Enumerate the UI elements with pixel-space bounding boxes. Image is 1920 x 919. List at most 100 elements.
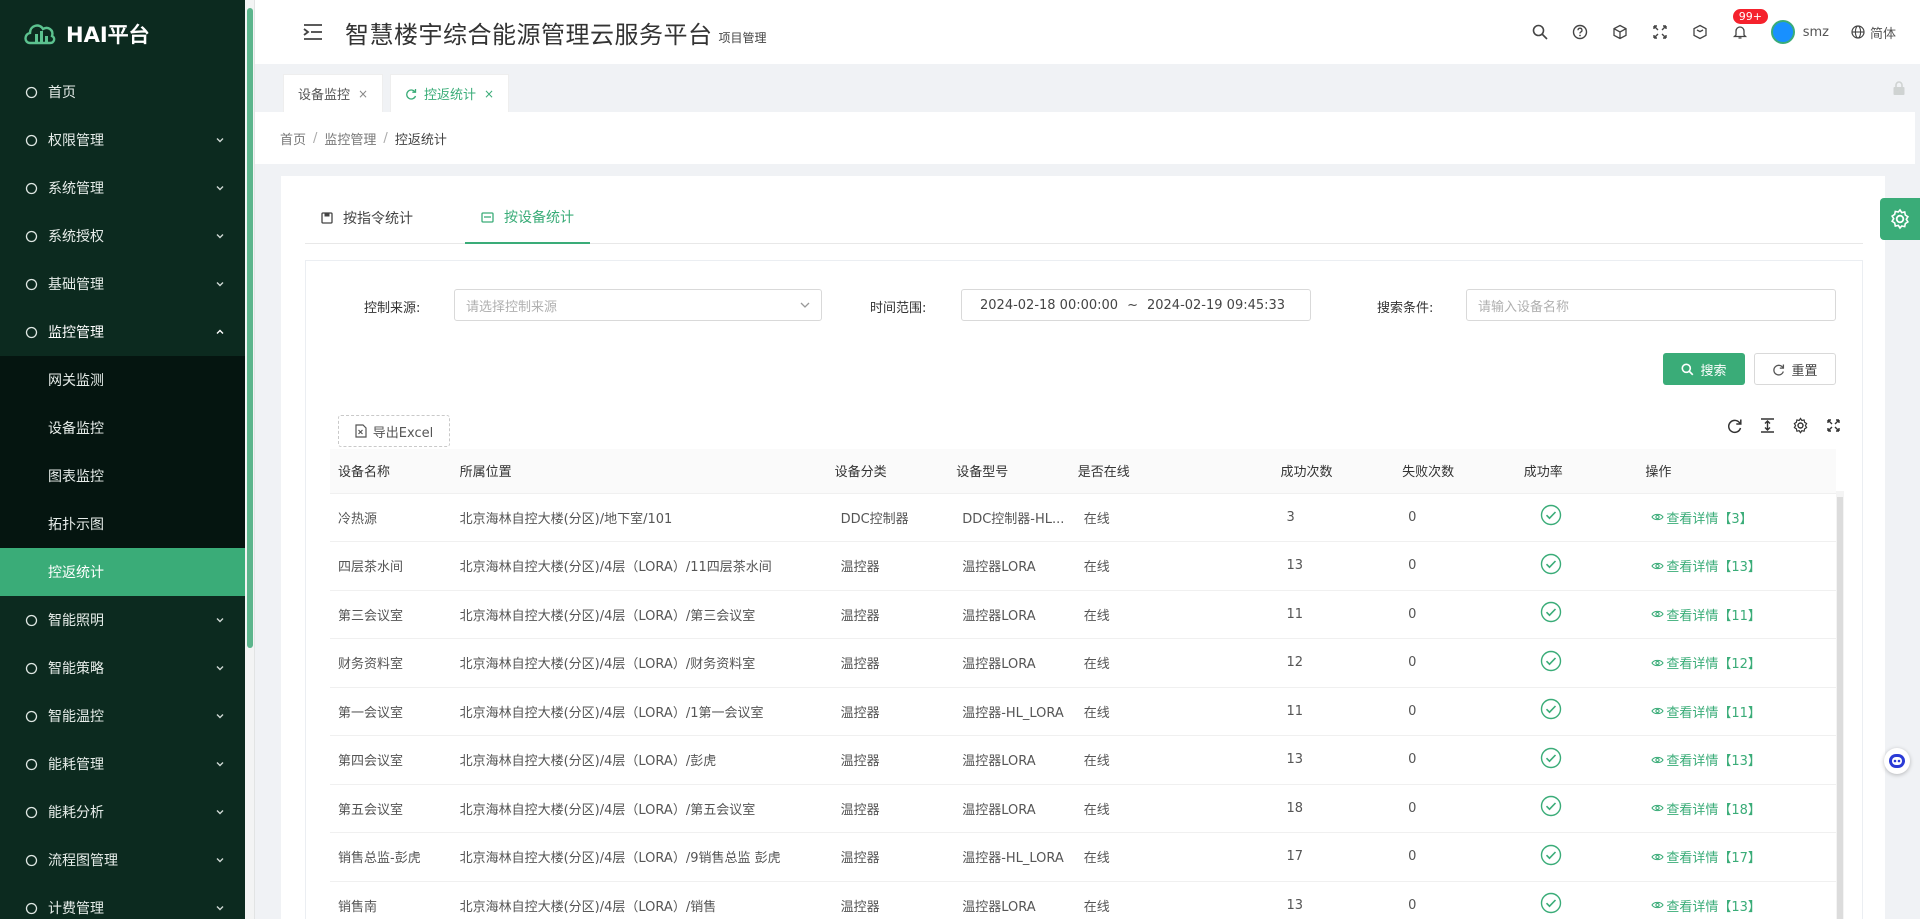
column-header[interactable]: 失败次数 bbox=[1394, 449, 1516, 494]
sidebar-item[interactable]: 设备监控 bbox=[0, 404, 245, 452]
sidebar-item-label: 拓扑示图 bbox=[48, 517, 104, 533]
view-detail-link[interactable]: 查看详情【11】 bbox=[1651, 605, 1761, 624]
table-row: 四层茶水间 北京海林自控大楼(分区)/4层（LORA）/11四层茶水间 温控器 温控器… bbox=[330, 541, 1836, 591]
breadcrumb-home[interactable]: 首页 bbox=[280, 129, 306, 148]
sidebar-item[interactable]: 能耗分析 bbox=[0, 788, 245, 836]
column-header[interactable]: 成功率 bbox=[1515, 449, 1638, 494]
sidebar-item[interactable]: 流程图管理 bbox=[0, 836, 245, 884]
breadcrumb-separator: / bbox=[383, 130, 388, 146]
cell-success-rate bbox=[1515, 735, 1638, 785]
close-icon[interactable]: × bbox=[358, 87, 368, 101]
tab-device-monitor[interactable]: 设备监控 × bbox=[283, 74, 384, 112]
fullscreen-icon[interactable] bbox=[1651, 23, 1669, 41]
search-placeholder: 请输入设备名称 bbox=[1478, 299, 1570, 315]
view-detail-link[interactable]: 查看详情【18】 bbox=[1651, 799, 1761, 818]
box-icon[interactable] bbox=[1691, 23, 1709, 41]
sidebar-item[interactable]: 系统管理 bbox=[0, 164, 245, 212]
eye-icon bbox=[1651, 512, 1664, 522]
sidebar-item[interactable]: 权限管理 bbox=[0, 116, 245, 164]
logo[interactable]: HAI平台 bbox=[0, 0, 245, 68]
check-circle-icon bbox=[1540, 747, 1562, 769]
check-circle-icon bbox=[1540, 892, 1562, 914]
column-header[interactable]: 操作 bbox=[1637, 449, 1836, 494]
view-detail-link[interactable]: 查看详情【13】 bbox=[1651, 896, 1761, 915]
theme-settings-button[interactable] bbox=[1880, 198, 1920, 240]
source-select[interactable]: 请选择控制来源 bbox=[454, 289, 822, 321]
table-scrollbar[interactable] bbox=[1836, 491, 1844, 919]
menu-fold-icon[interactable] bbox=[303, 23, 323, 41]
cell-location: 北京海林自控大楼(分区)/4层（LORA）/第三会议室 bbox=[451, 590, 827, 639]
view-detail-link[interactable]: 查看详情【13】 bbox=[1651, 556, 1761, 575]
view-detail-link[interactable]: 查看详情【17】 bbox=[1651, 847, 1761, 866]
refresh-icon[interactable] bbox=[405, 88, 417, 100]
close-icon[interactable]: × bbox=[484, 87, 494, 101]
cell-action: 查看详情【13】 bbox=[1637, 881, 1836, 919]
tab-by-command[interactable]: 按指令统计 bbox=[305, 192, 429, 244]
cell-fail-count: 0 bbox=[1394, 687, 1516, 736]
export-excel-button[interactable]: 导出Excel bbox=[338, 415, 450, 447]
view-detail-link[interactable]: 查看详情【13】 bbox=[1651, 750, 1761, 769]
cell-device-name: 销售南 bbox=[330, 881, 452, 919]
sidebar-item[interactable]: 图表监控 bbox=[0, 452, 245, 500]
cube-icon[interactable] bbox=[1611, 23, 1629, 41]
cell-category: 温控器 bbox=[826, 541, 949, 591]
settings-icon[interactable] bbox=[1792, 417, 1809, 434]
sidebar-scrollbar[interactable] bbox=[245, 0, 255, 919]
language-switch[interactable]: 简体 bbox=[1851, 23, 1896, 42]
lock-icon[interactable] bbox=[1891, 80, 1907, 100]
sidebar-item[interactable]: 计费管理 bbox=[0, 884, 245, 919]
reset-button[interactable]: 重置 bbox=[1754, 353, 1836, 385]
sidebar-item[interactable]: 基础管理 bbox=[0, 260, 245, 308]
sidebar-item[interactable]: 监控管理 bbox=[0, 308, 245, 356]
eye-icon bbox=[1651, 561, 1664, 571]
search-input[interactable]: 请输入设备名称 bbox=[1466, 289, 1836, 321]
check-circle-icon bbox=[1540, 698, 1562, 720]
content-card: 按指令统计 按设备统计 控制来源: 请选择控制来源 时间范围: 2024-02-… bbox=[281, 176, 1885, 919]
query-panel: 控制来源: 请选择控制来源 时间范围: 2024-02-18 00:00:00 … bbox=[305, 260, 1863, 919]
eye-icon bbox=[1651, 609, 1664, 619]
column-header[interactable]: 设备型号 bbox=[948, 449, 1070, 494]
reload-icon[interactable] bbox=[1726, 417, 1743, 434]
cell-action: 查看详情【3】 bbox=[1637, 493, 1836, 542]
tab-by-device[interactable]: 按设备统计 bbox=[465, 192, 590, 244]
sidebar-item[interactable]: 智能策略 bbox=[0, 644, 245, 692]
cell-category: 温控器 bbox=[826, 735, 949, 785]
view-detail-label: 查看详情【11】 bbox=[1666, 705, 1761, 721]
view-detail-link[interactable]: 查看详情【12】 bbox=[1651, 653, 1761, 672]
tab-control-stats[interactable]: 控返统计 × bbox=[390, 74, 510, 112]
help-icon[interactable] bbox=[1571, 23, 1589, 41]
sidebar-item[interactable]: 智能照明 bbox=[0, 596, 245, 644]
search-label: 搜索条件: bbox=[1377, 301, 1434, 316]
sidebar-item[interactable]: 系统授权 bbox=[0, 212, 245, 260]
column-header[interactable]: 成功次数 bbox=[1272, 449, 1395, 494]
assistant-button[interactable] bbox=[1884, 748, 1910, 774]
view-detail-link[interactable]: 查看详情【3】 bbox=[1651, 508, 1753, 527]
cell-location: 北京海林自控大楼(分区)/4层（LORA）/9销售总监 彭虎 bbox=[451, 832, 827, 882]
search-icon[interactable] bbox=[1531, 23, 1549, 41]
time-range-picker[interactable]: 2024-02-18 00:00:00 ~ 2024-02-19 09:45:3… bbox=[961, 289, 1311, 321]
source-placeholder: 请选择控制来源 bbox=[466, 299, 558, 315]
sidebar-item[interactable]: 首页 bbox=[0, 68, 245, 116]
cell-action: 查看详情【13】 bbox=[1637, 541, 1836, 591]
column-header[interactable]: 是否在线 bbox=[1069, 449, 1273, 494]
column-height-icon[interactable] bbox=[1759, 417, 1776, 434]
sidebar-item[interactable]: 智能温控 bbox=[0, 692, 245, 740]
breadcrumb-parent[interactable]: 监控管理 bbox=[324, 129, 376, 148]
column-header[interactable]: 所属位置 bbox=[451, 449, 827, 494]
sidebar-item[interactable]: 能耗管理 bbox=[0, 740, 245, 788]
sidebar-item[interactable]: 网关监测 bbox=[0, 356, 245, 404]
page-title: 智慧楼宇综合能源管理云服务平台 bbox=[345, 20, 713, 49]
column-header[interactable]: 设备名称 bbox=[330, 449, 452, 494]
bell-icon[interactable]: 99+ bbox=[1731, 9, 1768, 41]
sidebar-item[interactable]: 控返统计 bbox=[0, 548, 245, 596]
cell-model: 温控器LORA bbox=[948, 541, 1070, 591]
sidebar-item[interactable]: 拓扑示图 bbox=[0, 500, 245, 548]
header: 智慧楼宇综合能源管理云服务平台 项目管理 99+ smz 简体 bbox=[255, 0, 1920, 64]
search-button[interactable]: 搜索 bbox=[1663, 353, 1745, 385]
expand-icon[interactable] bbox=[1825, 417, 1842, 434]
user-menu[interactable]: smz bbox=[1770, 20, 1829, 44]
cell-success-count: 13 bbox=[1272, 881, 1395, 919]
column-header[interactable]: 设备分类 bbox=[826, 449, 949, 494]
cell-online: 在线 bbox=[1069, 590, 1273, 639]
view-detail-link[interactable]: 查看详情【11】 bbox=[1651, 702, 1761, 721]
